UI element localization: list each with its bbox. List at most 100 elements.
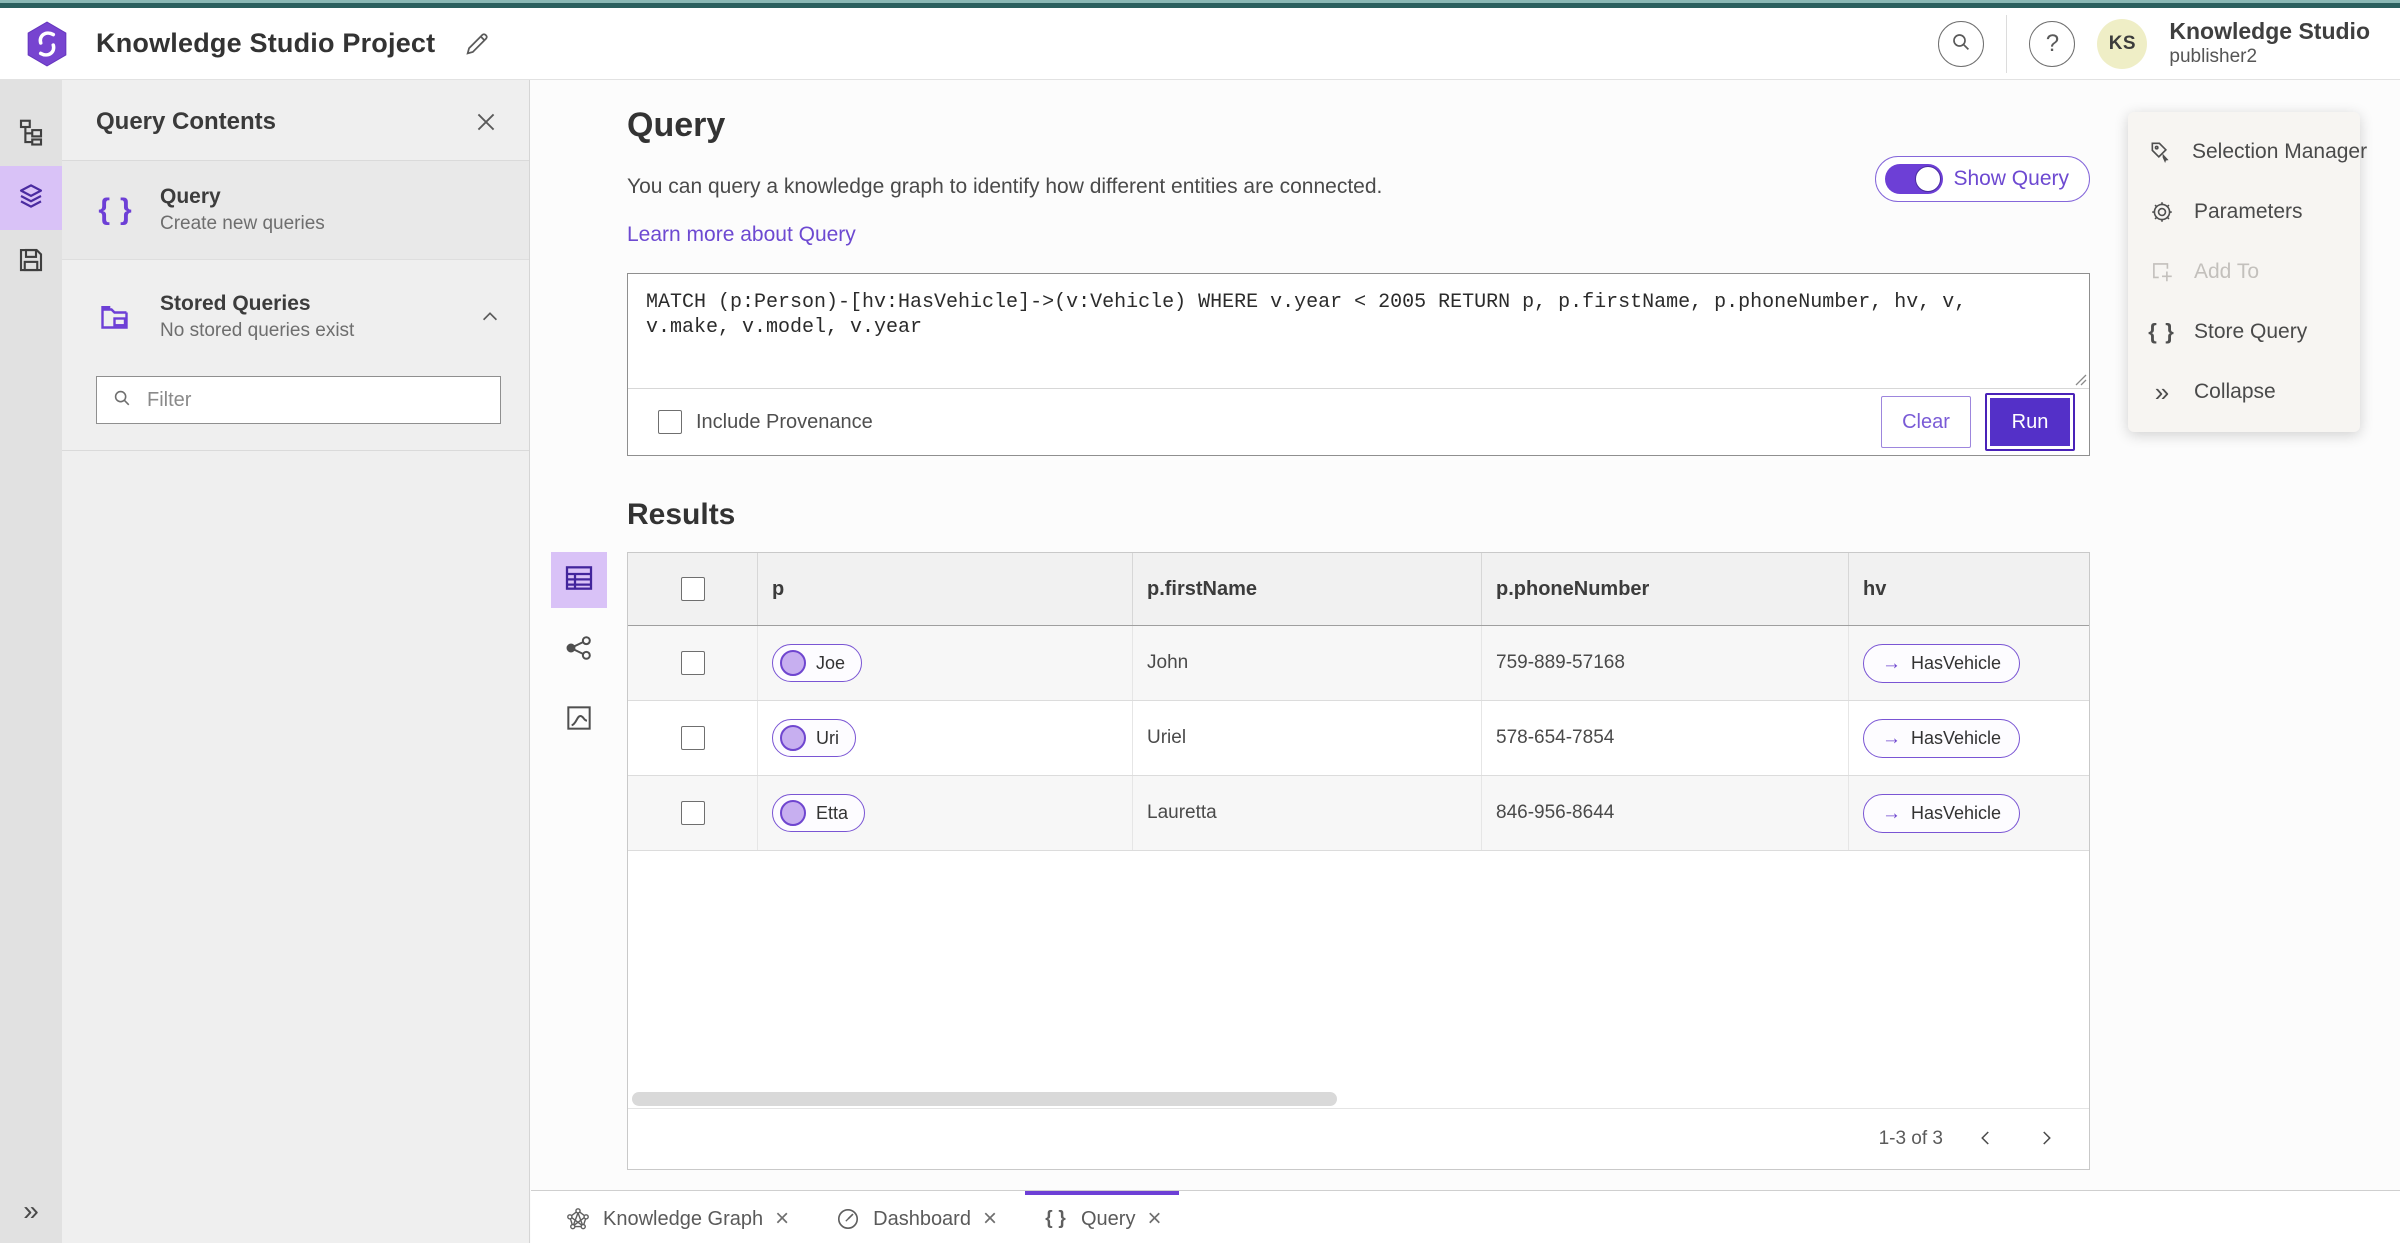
- horizontal-scrollbar-thumb[interactable]: [632, 1092, 1337, 1106]
- run-button[interactable]: Run: [1985, 393, 2075, 451]
- query-editor-box: MATCH (p:Person)-[hv:HasVehicle]->(v:Veh…: [627, 273, 2090, 456]
- col-header-p[interactable]: p: [758, 553, 1133, 625]
- tab-query-braces-icon: { }: [1045, 1208, 1067, 1229]
- panel-header: Query Contents: [62, 80, 529, 161]
- search-button[interactable]: [1938, 20, 1985, 67]
- resize-grip-icon[interactable]: [2071, 370, 2087, 386]
- search-icon: [1949, 30, 1973, 57]
- braces-icon: { }: [98, 193, 134, 226]
- query-text-wrap: MATCH (p:Person)-[hv:HasVehicle]->(v:Veh…: [628, 274, 2089, 389]
- learn-more-link[interactable]: Learn more about Query: [627, 223, 856, 247]
- chart-view-button[interactable]: [551, 692, 607, 748]
- close-panel-icon[interactable]: [473, 109, 499, 135]
- help-button[interactable]: ?: [2029, 20, 2076, 67]
- show-query-toggle[interactable]: Show Query: [1875, 156, 2090, 202]
- add-to-label: Add To: [2194, 260, 2259, 283]
- toggle-switch-on[interactable]: [1885, 164, 1944, 194]
- row-checkbox[interactable]: [680, 651, 705, 675]
- edge-arrow-icon: →: [1882, 652, 1901, 674]
- node-pill[interactable]: Joe: [772, 644, 863, 682]
- pagination-range: 1-3 of 3: [1878, 1128, 1943, 1149]
- parameters-item[interactable]: Parameters: [2128, 182, 2360, 242]
- knowledge-graph-icon: [565, 1206, 591, 1232]
- add-to-item: Add To: [2128, 242, 2360, 302]
- edit-title-pencil-icon[interactable]: [463, 30, 491, 58]
- panel-divider: [62, 450, 529, 451]
- stored-queries-filter: [96, 376, 501, 424]
- include-provenance-label[interactable]: Include Provenance: [696, 411, 873, 434]
- selection-manager-item[interactable]: Selection Manager: [2128, 122, 2367, 182]
- edge-arrow-icon: →: [1882, 802, 1901, 824]
- edge-arrow-icon: →: [1882, 727, 1901, 749]
- tab-dashboard[interactable]: Dashboard ×: [817, 1191, 1015, 1243]
- cell-phonenumber: 578-654-7854: [1482, 701, 1849, 775]
- network-icon: [563, 632, 595, 669]
- table-row: Etta Lauretta 846-956-8644 → HasVehicle: [628, 776, 2089, 851]
- rail-item-save[interactable]: [0, 230, 62, 294]
- node-label: Etta: [816, 802, 849, 823]
- collapse-item[interactable]: » Collapse: [2128, 362, 2360, 422]
- results-view-switcher: [551, 552, 607, 748]
- previous-page-button[interactable]: [1969, 1122, 2003, 1156]
- help-icon: ?: [2045, 29, 2060, 57]
- store-query-item[interactable]: { } Store Query: [2128, 302, 2360, 362]
- sidebar-item-stored-queries[interactable]: Stored Queries No stored queries exist: [62, 268, 529, 366]
- node-circle-icon: [780, 650, 806, 676]
- query-textarea[interactable]: MATCH (p:Person)-[hv:HasVehicle]->(v:Veh…: [628, 274, 2089, 388]
- chart-icon: [563, 702, 595, 739]
- selection-manager-label: Selection Manager: [2192, 140, 2368, 163]
- edge-pill[interactable]: → HasVehicle: [1863, 643, 2021, 683]
- appbar-right-group: ? KS Knowledge Studio publisher2: [1938, 14, 2374, 73]
- sidebar-item-query-desc: Create new queries: [160, 213, 325, 234]
- graph-view-button[interactable]: [551, 622, 607, 678]
- row-checkbox[interactable]: [680, 801, 705, 825]
- cell-firstname: Lauretta: [1133, 776, 1482, 850]
- clear-button[interactable]: Clear: [1881, 396, 1971, 448]
- top-accent-strip: [0, 0, 2400, 8]
- cell-phonenumber: 846-956-8644: [1482, 776, 1849, 850]
- chevron-left-icon: [1977, 1129, 1995, 1150]
- store-query-label: Store Query: [2194, 320, 2308, 343]
- table-view-button[interactable]: [551, 552, 607, 608]
- filter-input[interactable]: [147, 388, 486, 412]
- tab-query[interactable]: { } Query ×: [1024, 1191, 1180, 1243]
- query-tools-panel: Selection Manager Parameters Add To { }: [2128, 112, 2367, 432]
- col-header-hv[interactable]: hv: [1849, 553, 2089, 625]
- rail-item-layers[interactable]: [0, 166, 62, 230]
- edge-pill[interactable]: → HasVehicle: [1863, 793, 2021, 833]
- row-checkbox[interactable]: [680, 726, 705, 750]
- store-query-braces-icon: { }: [2148, 319, 2176, 344]
- chevron-up-icon[interactable]: [479, 306, 501, 328]
- cell-phonenumber: 759-889-57168: [1482, 626, 1849, 700]
- col-header-firstname[interactable]: p.firstName: [1133, 553, 1482, 625]
- col-header-phonenumber[interactable]: p.phoneNumber: [1482, 553, 1849, 625]
- edge-label: HasVehicle: [1911, 727, 2002, 748]
- tab-knowledge-graph[interactable]: Knowledge Graph ×: [547, 1191, 807, 1243]
- include-provenance-checkbox[interactable]: [658, 410, 682, 434]
- select-all-checkbox[interactable]: [680, 577, 705, 601]
- sidebar-item-query-text: Query Create new queries: [160, 185, 325, 235]
- cell-firstname: John: [1133, 626, 1482, 700]
- next-page-button[interactable]: [2029, 1122, 2063, 1156]
- save-icon: [16, 245, 46, 280]
- filter-search-icon: [111, 387, 133, 414]
- appbar-divider: [2006, 14, 2008, 73]
- expand-rail-chevrons-icon[interactable]: »: [23, 1195, 39, 1227]
- rail-item-hierarchy[interactable]: [0, 102, 62, 166]
- node-pill[interactable]: Etta: [772, 794, 866, 832]
- avatar[interactable]: KS: [2097, 18, 2148, 69]
- results-title: Results: [627, 498, 736, 531]
- close-tab-icon[interactable]: ×: [775, 1207, 789, 1231]
- sidebar-item-query-label: Query: [160, 185, 221, 208]
- close-tab-icon[interactable]: ×: [1147, 1207, 1161, 1231]
- node-circle-icon: [780, 725, 806, 751]
- sidebar-item-query[interactable]: { } Query Create new queries: [62, 161, 529, 260]
- edge-pill[interactable]: → HasVehicle: [1863, 718, 2021, 758]
- tab-dashboard-label: Dashboard: [873, 1207, 971, 1230]
- product-name: Knowledge Studio: [2169, 18, 2370, 45]
- node-pill[interactable]: Uri: [772, 719, 856, 757]
- close-tab-icon[interactable]: ×: [983, 1207, 997, 1231]
- parameters-label: Parameters: [2194, 200, 2303, 223]
- node-circle-icon: [780, 800, 806, 826]
- bottom-tab-bar: Knowledge Graph × Dashboard × { } Query …: [531, 1190, 2400, 1243]
